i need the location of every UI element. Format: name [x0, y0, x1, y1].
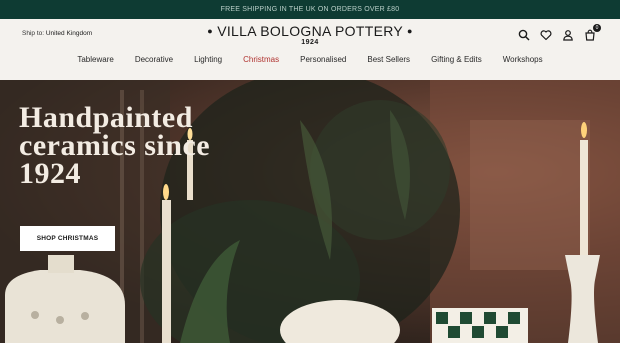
shop-christmas-button[interactable]: SHOP CHRISTMAS: [20, 226, 115, 251]
cart-count-badge: 0: [593, 24, 601, 32]
header-icons: 0: [518, 24, 601, 41]
nav-item-christmas[interactable]: Christmas: [243, 55, 279, 64]
announcement-bar: FREE SHIPPING IN THE UK ON ORDERS OVER £…: [0, 0, 620, 19]
search-icon[interactable]: [518, 28, 530, 41]
logo-bullet-left: ●: [207, 26, 214, 36]
user-icon[interactable]: [562, 28, 574, 41]
nav-item-best-sellers[interactable]: Best Sellers: [367, 55, 410, 64]
logo-title: VILLA BOLOGNA POTTERY: [217, 23, 403, 39]
nav-item-lighting[interactable]: Lighting: [194, 55, 222, 64]
nav-item-tableware[interactable]: Tableware: [77, 55, 113, 64]
site-header: Ship to: United Kingdom ● VILLA BOLOGNA …: [0, 19, 620, 80]
heart-icon[interactable]: [540, 28, 552, 41]
main-nav: Tableware Decorative Lighting Christmas …: [0, 55, 620, 64]
nav-item-personalised[interactable]: Personalised: [300, 55, 346, 64]
logo-bullet-right: ●: [406, 26, 413, 36]
cart-icon[interactable]: 0: [584, 24, 601, 41]
nav-item-decorative[interactable]: Decorative: [135, 55, 173, 64]
nav-item-workshops[interactable]: Workshops: [503, 55, 543, 64]
hero-banner: Handpainted ceramics since 1924 SHOP CHR…: [0, 80, 620, 343]
hero-headline: Handpainted ceramics since 1924: [19, 101, 211, 190]
announcement-text: FREE SHIPPING IN THE UK ON ORDERS OVER £…: [220, 6, 400, 13]
nav-item-gifting-edits[interactable]: Gifting & Edits: [431, 55, 482, 64]
